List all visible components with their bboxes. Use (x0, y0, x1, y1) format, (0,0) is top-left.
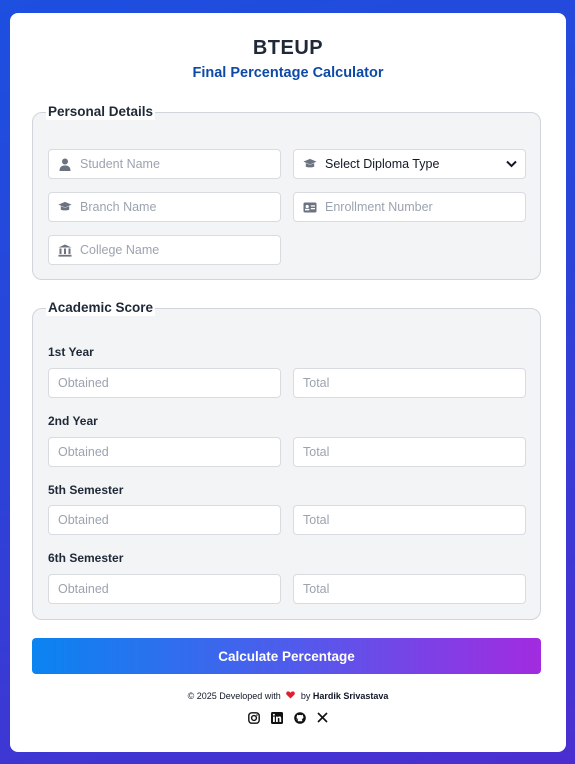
year-label: 2nd Year (48, 414, 98, 428)
total-placeholder: Total (303, 445, 330, 459)
total-placeholder: Total (303, 513, 330, 527)
diploma-type-value: Select Diploma Type (325, 157, 440, 171)
academic-score-legend: Academic Score (46, 300, 156, 316)
footer-prefix: © 2025 Developed with (187, 691, 281, 701)
student-name-input[interactable]: Student Name (48, 149, 281, 179)
semester-label: 6th Semester (48, 551, 124, 565)
x-icon[interactable] (316, 711, 329, 724)
total-input-1st-year[interactable]: Total (293, 368, 526, 398)
heart-icon (286, 691, 296, 701)
total-input-5th-semester[interactable]: Total (293, 505, 526, 535)
social-links (10, 711, 566, 724)
obtained-placeholder: Obtained (58, 513, 109, 527)
id-card-icon (303, 200, 317, 214)
student-name-placeholder: Student Name (80, 157, 160, 171)
total-placeholder: Total (303, 376, 330, 390)
total-input-6th-semester[interactable]: Total (293, 574, 526, 604)
footer-by: by (300, 691, 311, 701)
obtained-placeholder: Obtained (58, 376, 109, 390)
calculate-percentage-button[interactable]: Calculate Percentage (32, 638, 541, 674)
enrollment-number-input[interactable]: Enrollment Number (293, 192, 526, 222)
footer-credit: © 2025 Developed with by Hardik Srivasta… (10, 691, 566, 701)
personal-details-legend: Personal Details (46, 104, 156, 120)
linkedin-icon[interactable] (270, 711, 283, 724)
graduation-cap-icon (303, 157, 317, 171)
chevron-down-icon (506, 160, 517, 168)
semester-label: 5th Semester (48, 483, 124, 497)
obtained-input-5th-semester[interactable]: Obtained (48, 505, 281, 535)
github-icon[interactable] (293, 711, 306, 724)
diploma-type-select[interactable]: Select Diploma Type (293, 149, 526, 179)
total-input-2nd-year[interactable]: Total (293, 437, 526, 467)
obtained-placeholder: Obtained (58, 582, 109, 596)
college-name-input[interactable]: College Name (48, 235, 281, 265)
branch-name-placeholder: Branch Name (80, 200, 157, 214)
graduation-cap-icon (58, 200, 72, 214)
college-name-placeholder: College Name (80, 243, 160, 257)
obtained-input-2nd-year[interactable]: Obtained (48, 437, 281, 467)
page-subtitle: Final Percentage Calculator (192, 65, 384, 81)
year-label: 1st Year (48, 345, 94, 359)
total-placeholder: Total (303, 582, 330, 596)
obtained-input-6th-semester[interactable]: Obtained (48, 574, 281, 604)
page-title: BTEUP (252, 37, 324, 59)
university-icon (58, 243, 72, 257)
user-icon (58, 157, 72, 171)
branch-name-input[interactable]: Branch Name (48, 192, 281, 222)
author-name: Hardik Srivastava (312, 691, 389, 701)
obtained-placeholder: Obtained (58, 445, 109, 459)
calculator-card: BTEUP Final Percentage Calculator Person… (10, 13, 566, 752)
instagram-icon[interactable] (247, 711, 260, 724)
enrollment-number-placeholder: Enrollment Number (325, 200, 433, 214)
obtained-input-1st-year[interactable]: Obtained (48, 368, 281, 398)
